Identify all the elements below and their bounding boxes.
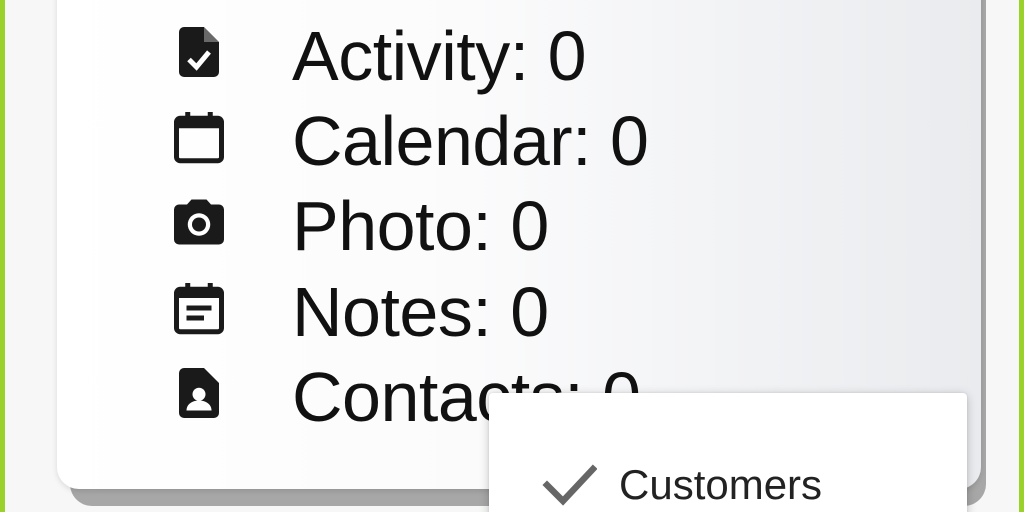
summary-item-activity[interactable]: Activity: 0	[57, 12, 757, 95]
event-note-icon	[174, 283, 224, 335]
summary-item-calendar[interactable]: Calendar: 0	[57, 97, 757, 180]
screen-edge-left	[0, 0, 5, 512]
file-check-icon	[179, 27, 219, 77]
summary-item-notes[interactable]: Notes: 0	[57, 268, 757, 351]
summary-item-photo[interactable]: Photo: 0	[57, 182, 757, 265]
contact-file-icon	[179, 368, 219, 418]
summary-item-label: Notes: 0	[292, 273, 549, 351]
camera-icon	[174, 199, 224, 245]
app-screen: Activity: 0 Calendar: 0 Photo: 0 Notes: …	[0, 0, 1024, 512]
calendar-icon	[174, 112, 224, 164]
menu-item-label: Customers	[619, 461, 823, 508]
menu-item-customers[interactable]: Customers	[489, 443, 967, 512]
dropdown-menu: Customers	[489, 393, 967, 512]
check-icon	[542, 464, 597, 506]
summary-item-label: Calendar: 0	[292, 102, 649, 180]
summary-item-label: Activity: 0	[292, 17, 587, 95]
summary-item-label: Photo: 0	[292, 187, 549, 265]
screen-edge-right	[1019, 0, 1024, 512]
